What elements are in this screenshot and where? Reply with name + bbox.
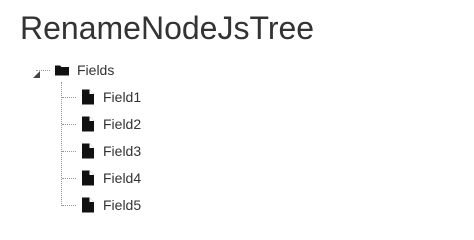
tree-node-field1[interactable]: Field1 (80, 86, 141, 108)
tree-node-label: Field2 (103, 116, 142, 132)
tree-connector-child (62, 97, 76, 98)
folder-icon (54, 62, 70, 78)
file-icon (80, 197, 96, 213)
tree-node-field5[interactable]: Field5 (80, 194, 141, 216)
tree-connector-child (62, 178, 76, 179)
tree-node-field3[interactable]: Field3 (80, 140, 141, 162)
tree-node-label: Field5 (103, 197, 142, 213)
tree-node-label: Field3 (103, 143, 142, 159)
tree-node-field2[interactable]: Field2 (80, 113, 141, 135)
file-icon (80, 170, 96, 186)
tree-node-field4[interactable]: Field4 (80, 167, 141, 189)
tree-connector-child (62, 205, 76, 206)
tree-node-fields[interactable]: Fields (54, 59, 114, 81)
file-icon (80, 143, 96, 159)
file-icon (80, 89, 96, 105)
tree-connector-children (61, 82, 62, 206)
tree-collapse-toggle-icon[interactable] (32, 66, 42, 78)
tree-node-label: Field4 (103, 170, 142, 186)
tree-node-label: Field1 (103, 89, 142, 105)
file-icon (80, 116, 96, 132)
tree-connector-child (62, 124, 76, 125)
tree-node-label: Fields (77, 62, 115, 78)
tree-connector-child (62, 151, 76, 152)
tree-view: Fields Field1 Field2 Field3 Field4 Field… (0, 0, 474, 240)
